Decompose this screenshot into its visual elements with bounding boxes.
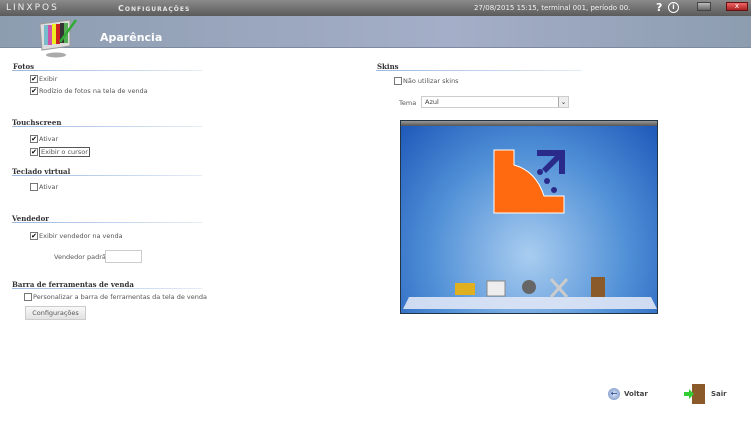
exit-door-icon[interactable] — [683, 383, 707, 405]
checkbox-exibir-fotos[interactable]: ✔ Exibir — [30, 75, 57, 83]
tema-value: Azul — [425, 98, 439, 106]
checkbox-rodizio-fotos[interactable]: ✔ Rodízio de fotos na tela de venda — [30, 87, 148, 95]
close-button[interactable]: x — [726, 2, 748, 11]
checkbox-icon: ✔ — [30, 232, 38, 240]
title-bar — [0, 0, 751, 16]
status-text: 27/08/2015 15:15, terminal 001, período … — [474, 4, 631, 12]
checkbox-label: Não utilizar skins — [403, 77, 459, 85]
divider — [12, 126, 202, 127]
tools-icon — [549, 278, 569, 298]
chevron-down-icon[interactable]: ⌄ — [558, 97, 568, 107]
checkbox-nao-utilizar-skins[interactable]: Não utilizar skins — [394, 77, 459, 85]
minimize-button[interactable] — [697, 2, 711, 11]
tema-label: Tema — [399, 99, 417, 107]
checkbox-icon: ✔ — [30, 87, 38, 95]
checkbox-icon — [394, 77, 402, 85]
back-arrow-icon[interactable]: ← — [608, 388, 620, 400]
page-title: Aparência — [100, 31, 163, 44]
checkbox-icon: ✔ — [30, 135, 38, 143]
checkbox-label: Exibir — [39, 75, 58, 83]
monitor-palette-icon — [39, 19, 78, 58]
configuracoes-button[interactable]: Configurações — [25, 306, 86, 320]
help-icon[interactable]: ? — [656, 1, 662, 14]
checkbox-icon — [30, 183, 38, 191]
checkbox-label: Ativar — [39, 183, 59, 191]
checkbox-label: Rodízio de fotos na tela de venda — [39, 87, 148, 95]
checkbox-label: Ativar — [39, 135, 59, 143]
checkbox-ativar-teclado[interactable]: Ativar — [30, 183, 58, 191]
vendedor-padrao-label: Vendedor padrão — [54, 253, 110, 261]
cash-register-icon — [486, 280, 506, 297]
dock-shelf — [403, 297, 657, 309]
divider — [12, 222, 202, 223]
checkbox-ativar-touchscreen[interactable]: ✔ Ativar — [30, 135, 58, 143]
checkbox-icon — [24, 293, 32, 301]
search-icon — [522, 280, 536, 294]
vendedor-padrao-input[interactable] — [105, 250, 142, 263]
divider — [12, 175, 202, 176]
app-title: Configurações — [118, 4, 191, 13]
skin-preview — [400, 120, 658, 314]
divider — [12, 70, 202, 71]
sair-button[interactable]: Sair — [711, 390, 727, 398]
voltar-button[interactable]: Voltar — [624, 390, 648, 398]
basket-icon — [455, 283, 475, 295]
tema-select[interactable]: Azul ⌄ — [421, 96, 569, 108]
preview-artwork — [403, 149, 657, 309]
checkbox-icon: ✔ — [30, 75, 38, 83]
divider — [12, 288, 202, 289]
checkbox-label: Exibir o cursor — [39, 147, 90, 157]
brand-logo: LINXPOS — [6, 3, 59, 13]
checkbox-personalizar-barra[interactable]: Personalizar a barra de ferramentas da t… — [24, 293, 207, 301]
checkbox-exibir-vendedor[interactable]: ✔ Exibir vendedor na venda — [30, 232, 123, 240]
exit-door-icon — [591, 277, 605, 297]
divider — [376, 70, 582, 71]
checkbox-label: Exibir vendedor na venda — [39, 232, 123, 240]
checkbox-exibir-cursor[interactable]: ✔ Exibir o cursor — [30, 147, 90, 157]
checkbox-label: Personalizar a barra de ferramentas da t… — [33, 293, 207, 301]
checkbox-icon: ✔ — [30, 148, 38, 156]
info-icon[interactable]: i — [668, 2, 679, 13]
